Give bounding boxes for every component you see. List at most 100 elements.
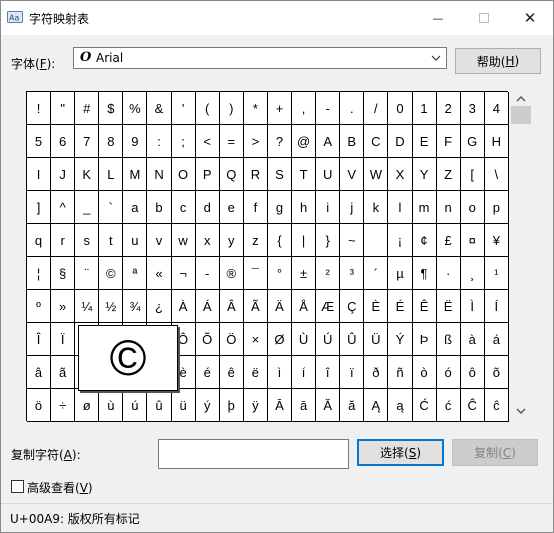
char-cell[interactable]: j bbox=[340, 191, 365, 224]
char-cell[interactable]: v bbox=[147, 224, 172, 257]
char-cell[interactable]: U bbox=[316, 158, 341, 191]
char-cell[interactable]: ö bbox=[27, 389, 52, 422]
char-cell[interactable]: m bbox=[412, 191, 437, 224]
char-cell[interactable]: ¢ bbox=[412, 224, 437, 257]
char-cell[interactable]: _ bbox=[75, 191, 100, 224]
char-cell[interactable]: " bbox=[51, 92, 76, 125]
advanced-view-checkbox[interactable] bbox=[11, 480, 24, 493]
char-cell[interactable]: ý bbox=[195, 389, 220, 422]
char-cell[interactable]: O bbox=[171, 158, 196, 191]
char-cell[interactable]: 7 bbox=[75, 125, 100, 158]
char-cell[interactable]: ^ bbox=[51, 191, 76, 224]
char-cell[interactable]: « bbox=[147, 257, 172, 290]
char-cell[interactable]: P bbox=[195, 158, 220, 191]
char-cell[interactable]: & bbox=[147, 92, 172, 125]
char-cell[interactable]: l bbox=[388, 191, 413, 224]
char-cell[interactable]: ? bbox=[267, 125, 293, 158]
char-cell[interactable]: o bbox=[460, 191, 485, 224]
char-cell[interactable]: ³ bbox=[340, 257, 365, 290]
char-cell[interactable]: ß bbox=[436, 323, 461, 356]
char-cell[interactable]: ' bbox=[171, 92, 196, 125]
char-cell[interactable]: × bbox=[243, 323, 268, 356]
char-cell[interactable]: a bbox=[123, 191, 148, 224]
char-cell[interactable]: w bbox=[171, 224, 196, 257]
char-cell[interactable]: W bbox=[364, 158, 389, 191]
char-cell[interactable]: Ą bbox=[364, 389, 389, 422]
char-cell[interactable]: ¾ bbox=[123, 290, 148, 323]
char-cell[interactable]: \ bbox=[484, 158, 509, 191]
copy-chars-input[interactable] bbox=[158, 439, 349, 469]
char-cell[interactable]: ! bbox=[27, 92, 52, 125]
char-cell[interactable]: Ā bbox=[267, 389, 293, 422]
char-cell[interactable]: ª bbox=[123, 257, 148, 290]
scroll-up-icon[interactable] bbox=[515, 95, 527, 103]
char-cell[interactable]: 4 bbox=[484, 92, 509, 125]
char-cell[interactable]: Ã bbox=[243, 290, 268, 323]
char-cell[interactable]: ¨ bbox=[75, 257, 100, 290]
char-cell[interactable]: * bbox=[243, 92, 268, 125]
char-cell[interactable]: ½ bbox=[99, 290, 124, 323]
char-cell[interactable]: 8 bbox=[99, 125, 124, 158]
char-cell[interactable]: r bbox=[51, 224, 76, 257]
char-cell[interactable]: | bbox=[292, 224, 317, 257]
char-cell[interactable]: Ć bbox=[412, 389, 437, 422]
char-cell[interactable]: < bbox=[195, 125, 220, 158]
char-cell[interactable]: H bbox=[484, 125, 509, 158]
char-cell[interactable]: M bbox=[123, 158, 148, 191]
char-cell[interactable]: ² bbox=[316, 257, 341, 290]
char-cell[interactable]: ¬ bbox=[171, 257, 196, 290]
char-cell[interactable]: A bbox=[316, 125, 341, 158]
char-cell[interactable]: Æ bbox=[316, 290, 341, 323]
char-cell[interactable]: Z bbox=[436, 158, 461, 191]
char-cell[interactable]: © bbox=[99, 257, 124, 290]
char-cell[interactable]: ô bbox=[460, 356, 485, 389]
char-cell[interactable]: ; bbox=[171, 125, 196, 158]
char-cell[interactable]: ā bbox=[292, 389, 317, 422]
char-cell[interactable]: u bbox=[123, 224, 148, 257]
char-cell[interactable]: ( bbox=[195, 92, 220, 125]
scroll-down-icon[interactable] bbox=[515, 407, 527, 415]
char-cell[interactable]: > bbox=[243, 125, 268, 158]
char-cell[interactable]: K bbox=[75, 158, 100, 191]
char-cell[interactable]: - bbox=[195, 257, 220, 290]
char-cell[interactable]: / bbox=[364, 92, 389, 125]
char-cell[interactable]: ò bbox=[412, 356, 437, 389]
char-cell[interactable]: 5 bbox=[27, 125, 52, 158]
char-cell[interactable]: p bbox=[484, 191, 509, 224]
char-cell[interactable]: ï bbox=[340, 356, 365, 389]
char-cell[interactable]: 3 bbox=[460, 92, 485, 125]
char-cell[interactable]: b bbox=[147, 191, 172, 224]
char-cell[interactable]: Ê bbox=[412, 290, 437, 323]
char-cell[interactable]: L bbox=[99, 158, 124, 191]
close-button[interactable]: ✕ bbox=[507, 1, 553, 35]
char-cell[interactable]: X bbox=[388, 158, 413, 191]
char-cell[interactable]: Ü bbox=[364, 323, 389, 356]
char-cell[interactable]: i bbox=[316, 191, 341, 224]
char-cell[interactable]: ù bbox=[99, 389, 124, 422]
char-cell[interactable]: µ bbox=[388, 257, 413, 290]
select-button[interactable]: 选择(S) bbox=[357, 439, 444, 466]
char-cell[interactable]: Ý bbox=[388, 323, 413, 356]
char-cell[interactable]: ú bbox=[123, 389, 148, 422]
char-cell[interactable]: ¼ bbox=[75, 290, 100, 323]
char-cell[interactable]: t bbox=[99, 224, 124, 257]
char-cell[interactable]: ñ bbox=[388, 356, 413, 389]
char-cell[interactable]: ÿ bbox=[243, 389, 268, 422]
char-cell[interactable]: Ø bbox=[267, 323, 293, 356]
char-cell[interactable]: ą bbox=[388, 389, 413, 422]
char-cell[interactable]: Ă bbox=[316, 389, 341, 422]
char-cell[interactable]: c bbox=[171, 191, 196, 224]
char-cell[interactable]: , bbox=[292, 92, 317, 125]
char-cell[interactable]: Û bbox=[340, 323, 365, 356]
char-cell[interactable]: Ú bbox=[316, 323, 341, 356]
char-cell[interactable]: V bbox=[340, 158, 365, 191]
char-cell[interactable]: G bbox=[460, 125, 485, 158]
char-cell[interactable]: ê bbox=[219, 356, 244, 389]
char-cell[interactable]: û bbox=[147, 389, 172, 422]
char-cell[interactable]: ë bbox=[243, 356, 268, 389]
char-cell[interactable]: R bbox=[243, 158, 268, 191]
grid-scrollbar[interactable] bbox=[510, 91, 532, 421]
char-cell[interactable]: ¯ bbox=[243, 257, 268, 290]
char-cell[interactable]: ] bbox=[27, 191, 52, 224]
char-cell[interactable]: Å bbox=[292, 290, 317, 323]
